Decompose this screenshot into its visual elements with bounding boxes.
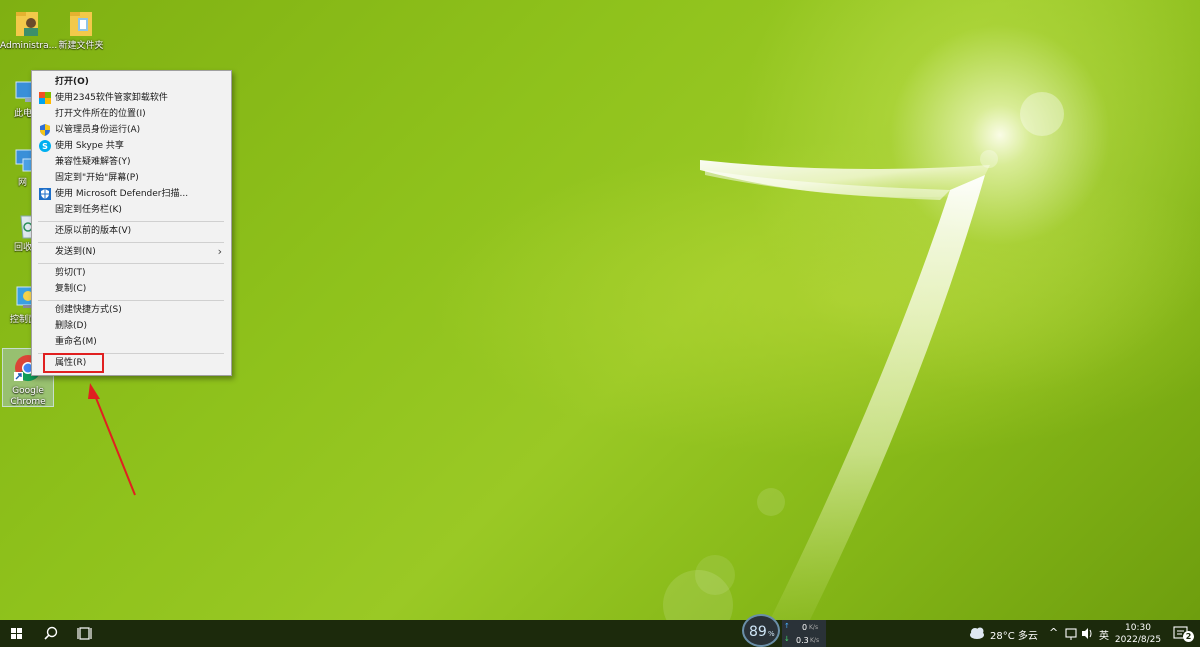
desktop-icon-label: Google Chrome [10, 386, 46, 407]
task-view-icon [77, 627, 92, 640]
menu-item-label: 固定到"开始"屏幕(P) [55, 173, 139, 183]
menu-item-label: 删除(D) [55, 321, 87, 331]
menu-item-open[interactable]: 打开(O) [34, 74, 229, 90]
clock[interactable]: 10:30 2022/8/25 [1112, 620, 1164, 647]
menu-item-label: 使用 Skype 共享 [55, 141, 124, 151]
annotation-arrow [88, 383, 136, 496]
menu-item-label: 使用2345软件管家卸载软件 [55, 93, 168, 103]
download-value: 0.3 [796, 636, 809, 645]
menu-separator [38, 221, 224, 222]
menu-item-label: 兼容性疑难解答(Y) [55, 157, 131, 167]
cloud-icon [970, 627, 984, 639]
menu-item-label: 复制(C) [55, 284, 87, 294]
notification-center-button[interactable]: 2 [1168, 620, 1196, 647]
speed-widget[interactable]: 89 % ↑ 0 K/s ↓ 0.3 K/s [738, 614, 828, 647]
user-folder-icon [13, 8, 43, 38]
speed-percent-unit: % [768, 630, 775, 638]
menu-item-pin-to-taskbar[interactable]: 固定到任务栏(K) [34, 202, 229, 218]
2345-manager-icon [39, 92, 51, 104]
menu-item-label: 打开(O) [55, 77, 89, 87]
upload-arrow-icon: ↑ [784, 622, 790, 630]
menu-item-open-file-location[interactable]: 打开文件所在的位置(I) [34, 106, 229, 122]
download-arrow-icon: ↓ [784, 635, 790, 643]
clock-time: 10:30 [1125, 623, 1151, 633]
menu-item-label: 打开文件所在的位置(I) [55, 109, 146, 119]
highlight-box [43, 353, 104, 373]
menu-item-skype-share[interactable]: S 使用 Skype 共享 [34, 138, 229, 154]
notification-badge: 2 [1183, 631, 1194, 642]
net-speed-panel: ↑ 0 K/s ↓ 0.3 K/s [782, 620, 826, 647]
menu-item-label: 固定到任务栏(K) [55, 205, 122, 215]
defender-icon [39, 188, 51, 200]
clock-date: 2022/8/25 [1114, 635, 1162, 645]
menu-item-uninstall-2345[interactable]: 使用2345软件管家卸载软件 [34, 90, 229, 106]
menu-item-label: 使用 Microsoft Defender扫描... [55, 189, 189, 199]
desktop-icon-label: Administra... [0, 41, 58, 51]
menu-item-copy[interactable]: 复制(C) [34, 281, 229, 297]
folder-icon [66, 8, 96, 38]
menu-item-label: 创建快捷方式(S) [55, 305, 122, 315]
menu-item-defender-scan[interactable]: 使用 Microsoft Defender扫描... [34, 186, 229, 202]
ime-indicator[interactable]: 英 [1099, 627, 1109, 642]
menu-item-label: 以管理员身份运行(A) [55, 125, 141, 135]
menu-item-rename[interactable]: 重命名(M) [34, 334, 229, 350]
desktop-icon-new-folder[interactable]: 新建文件夹 [53, 8, 109, 52]
menu-separator [38, 263, 224, 264]
search-icon [44, 626, 58, 640]
chevron-up-icon[interactable]: ^ [1049, 626, 1058, 639]
menu-separator [38, 242, 224, 243]
task-view-button[interactable] [70, 620, 100, 647]
menu-item-cut[interactable]: 剪切(T) [34, 265, 229, 281]
svg-text:S: S [42, 142, 48, 151]
menu-item-compatibility[interactable]: 兼容性疑难解答(Y) [34, 154, 229, 170]
desktop-icon-label: 新建文件夹 [58, 41, 104, 51]
desktop-icon-administrator[interactable]: Administra... [0, 8, 58, 52]
menu-item-delete[interactable]: 删除(D) [34, 318, 229, 334]
uac-shield-icon [39, 124, 51, 136]
menu-item-label: 剪切(T) [55, 268, 86, 278]
menu-item-label: 发送到(N) [55, 247, 96, 257]
context-menu: 打开(O) 使用2345软件管家卸载软件 打开文件所在的位置(I) 以管理员身份… [31, 70, 232, 376]
start-button[interactable] [0, 620, 34, 647]
windows-logo-icon [11, 628, 22, 639]
network-status-icon[interactable] [1064, 620, 1078, 647]
taskbar: 89 % ↑ 0 K/s ↓ 0.3 K/s 28°C 多云 ^ 英 10:30… [0, 614, 1200, 647]
menu-separator [38, 300, 224, 301]
weather-widget[interactable]: 28°C 多云 [968, 620, 1044, 647]
menu-item-restore-versions[interactable]: 还原以前的版本(V) [34, 223, 229, 239]
skype-icon: S [39, 140, 51, 152]
menu-item-create-shortcut[interactable]: 创建快捷方式(S) [34, 302, 229, 318]
menu-item-pin-to-start[interactable]: 固定到"开始"屏幕(P) [34, 170, 229, 186]
upload-unit: K/s [809, 624, 819, 631]
weather-text: 28°C 多云 [990, 631, 1038, 642]
menu-item-run-as-admin[interactable]: 以管理员身份运行(A) [34, 122, 229, 138]
download-unit: K/s [810, 637, 820, 644]
chevron-right-icon: › [217, 245, 222, 258]
menu-item-label: 还原以前的版本(V) [55, 226, 132, 236]
volume-icon[interactable] [1080, 620, 1094, 647]
upload-value: 0 [802, 623, 808, 632]
speed-percent: 89 [749, 624, 767, 640]
search-button[interactable] [36, 620, 66, 647]
menu-item-label: 重命名(M) [55, 337, 97, 347]
menu-item-send-to[interactable]: 发送到(N) › [34, 244, 229, 260]
